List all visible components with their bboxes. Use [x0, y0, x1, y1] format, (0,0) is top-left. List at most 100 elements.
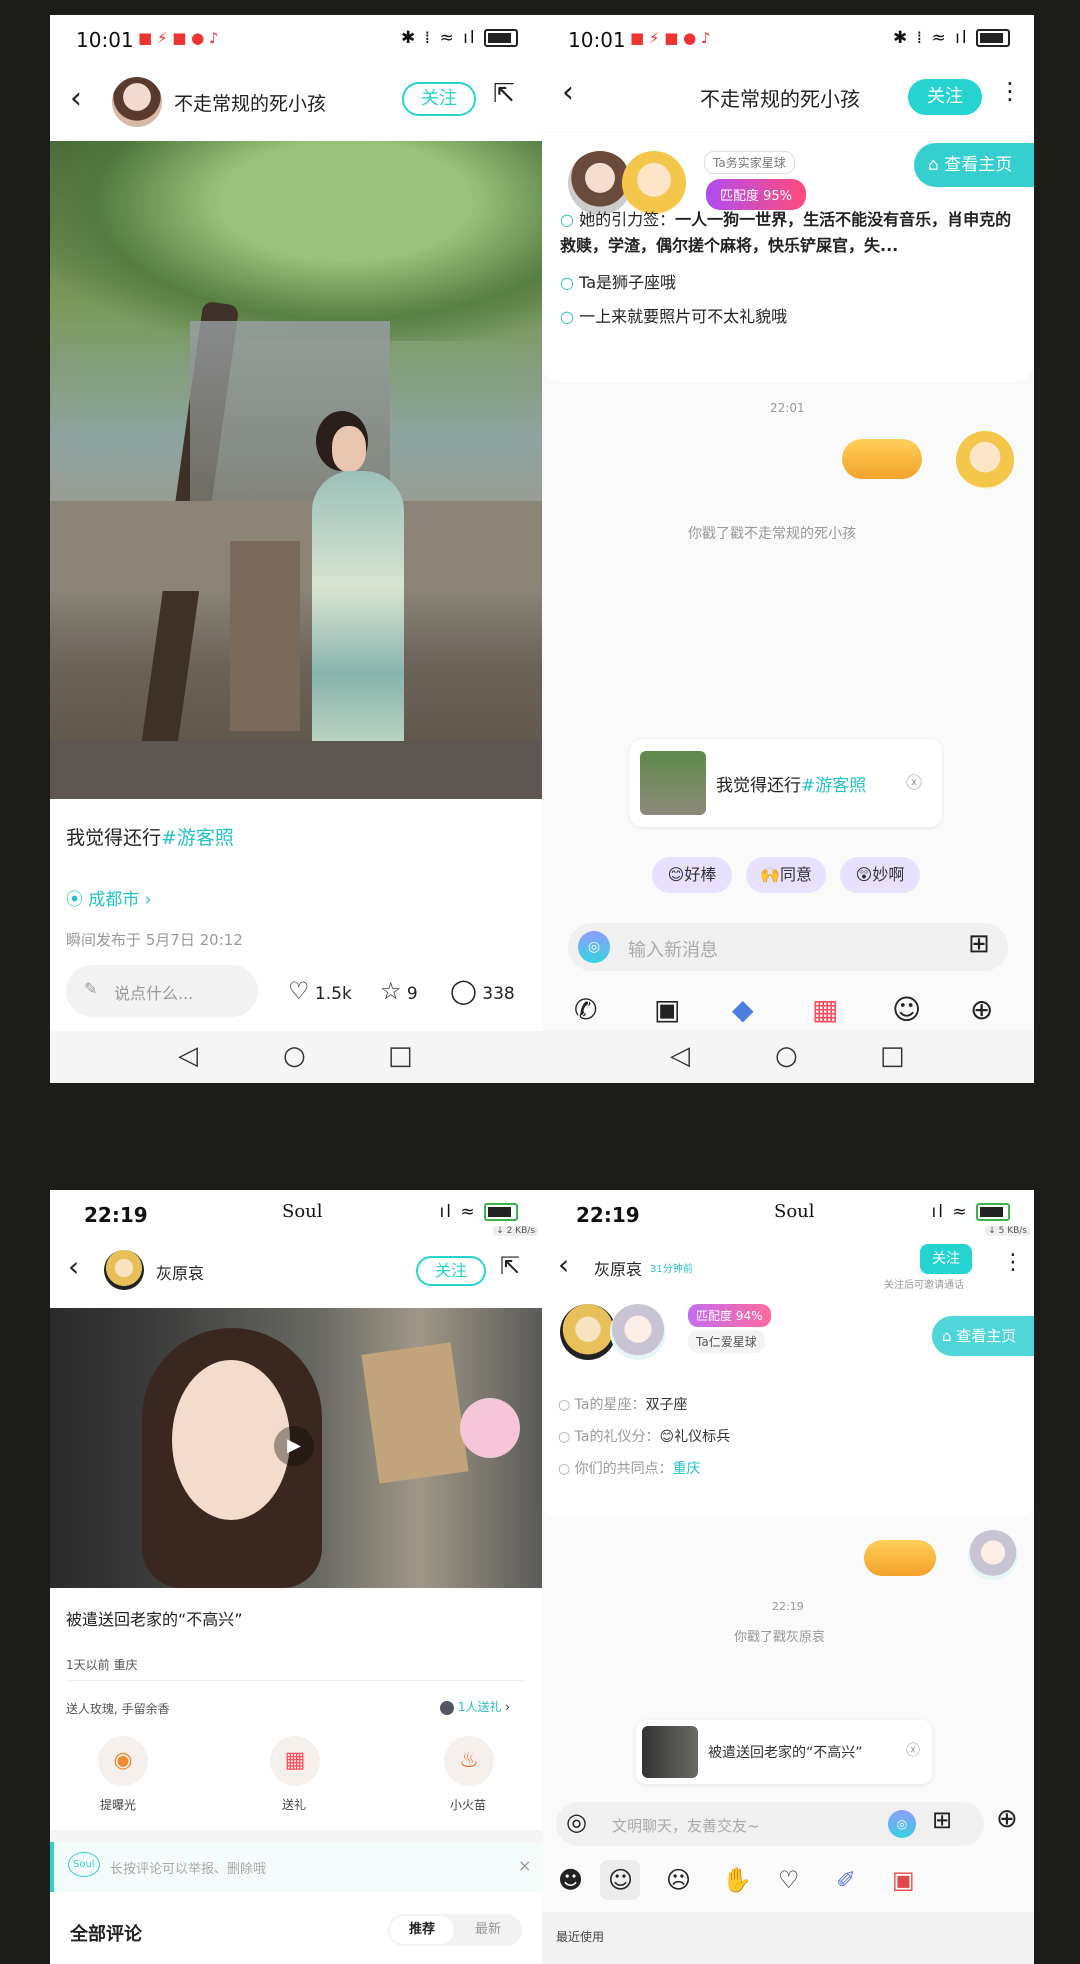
voice-icon[interactable]: ◎ — [566, 1808, 587, 1836]
notification-icons: ■ ⚡ ■ ● ♪ — [138, 29, 219, 47]
match-badge: 匹配度 94% — [688, 1304, 771, 1327]
quoted-post-thumbnail — [642, 1726, 698, 1778]
online-status: 31分钟前 — [650, 1264, 693, 1275]
report-hint: 长按评论可以举报、删除哦 — [110, 1862, 267, 1877]
status-bar: 22:19 Soul ıl ≈ ↓ 2 KB/s — [50, 1190, 542, 1240]
quoted-post-thumbnail — [640, 751, 706, 815]
boost-icon[interactable]: ◉ — [98, 1736, 148, 1786]
sticker-icon[interactable]: ☹ — [666, 1866, 691, 1894]
status-time: 10:01 — [76, 28, 134, 52]
post-video[interactable]: ▶ — [50, 1308, 542, 1588]
back-icon[interactable]: ‹ — [68, 1250, 79, 1283]
quoted-post-text: 我觉得还行#游客照 — [716, 776, 867, 796]
user-avatar[interactable] — [112, 77, 162, 127]
like-button[interactable]: ♡ 1.5k — [288, 977, 352, 1005]
common-line: ○ 你们的共同点：重庆 — [558, 1461, 701, 1477]
close-icon[interactable]: × — [518, 1856, 531, 1875]
username[interactable]: 不走常规的死小孩 — [174, 89, 326, 116]
location-link[interactable]: ⦿ 成都市 › — [66, 885, 152, 910]
nav-back-icon[interactable]: ◁ — [670, 1041, 690, 1071]
emoji-icon[interactable]: ☺ — [892, 993, 921, 1026]
image-icon[interactable]: ▣ — [654, 993, 680, 1026]
view-home-button[interactable]: ⌂ 查看主页 — [914, 143, 1034, 187]
back-icon[interactable]: ‹ — [70, 81, 82, 116]
back-icon[interactable]: ‹ — [558, 1248, 569, 1281]
more-icon[interactable]: ⋮ — [1002, 1250, 1024, 1275]
android-navbar: ◁ ○ □ — [50, 1031, 542, 1083]
heart-icon[interactable]: ♡ — [778, 1866, 800, 1894]
post-screen-1: 10:01 ■ ⚡ ■ ● ♪ ✱ ⁞ ≈ ıl ‹ 不走常规的死小孩 关注 ⇱… — [50, 15, 542, 1083]
ai-icon[interactable]: ◎ — [888, 1810, 916, 1838]
more-icon[interactable]: ⋮ — [998, 77, 1022, 105]
back-icon[interactable]: ‹ — [562, 75, 574, 110]
their-avatar[interactable] — [560, 1304, 616, 1360]
game-icon[interactable]: ▣ — [892, 1866, 915, 1894]
input-placeholder: 输入新消息 — [628, 940, 718, 961]
quoted-post-card[interactable]: 被遣送回老家的“不高兴” ⓧ — [636, 1720, 932, 1784]
android-navbar: ◁ ○ □ — [542, 1031, 1034, 1083]
ai-icon[interactable]: ◎ — [578, 931, 610, 963]
user-avatar[interactable] — [104, 1250, 144, 1290]
star-button[interactable]: ☆ 9 — [380, 977, 418, 1005]
follow-button[interactable]: 关注 — [416, 1256, 486, 1286]
battery-icon — [976, 1203, 1010, 1221]
reaction-wow[interactable]: 😲妙啊 — [840, 857, 920, 893]
chat-header: ‹ 灰原哀 31分钟前 关注 关注后可邀请通话 ⋮ — [542, 1240, 1034, 1296]
mascot-icon[interactable]: ☻ — [558, 1866, 583, 1894]
share-icon[interactable]: ⇱ — [493, 79, 515, 109]
status-bar: 22:19 Soul ıl ≈ ↓ 5 KB/s — [542, 1190, 1034, 1240]
follow-button[interactable]: 关注 — [920, 1244, 972, 1274]
message-input[interactable]: ◎ 输入新消息 ⊞ — [568, 923, 1008, 971]
reaction-good[interactable]: 😊好棒 — [652, 857, 732, 893]
view-home-button[interactable]: ⌂ 查看主页 — [932, 1316, 1034, 1356]
gift-hint: 送人玫瑰, 手留余香 — [66, 1702, 170, 1716]
play-icon[interactable]: ▶ — [274, 1426, 314, 1466]
stone-pillar — [230, 541, 300, 731]
reaction-agree[interactable]: 🙌同意 — [746, 857, 826, 893]
follow-button[interactable]: 关注 — [402, 82, 476, 116]
soul-box-icon[interactable]: ◆ — [732, 993, 754, 1026]
caption-hashtag[interactable]: #游客照 — [161, 827, 234, 849]
close-icon[interactable]: ⓧ — [906, 769, 922, 793]
emoji-icon[interactable]: ☺ — [608, 1866, 633, 1894]
system-icons: ıl ≈ — [440, 1202, 518, 1222]
post-photo[interactable] — [50, 141, 542, 799]
nav-home-icon[interactable]: ○ — [775, 1041, 798, 1071]
nav-recents-icon[interactable]: □ — [880, 1041, 905, 1071]
header: ‹ 灰原哀 关注 ⇱ — [50, 1240, 542, 1300]
location-text: 成都市 — [88, 890, 140, 910]
battery-icon — [484, 29, 518, 47]
cat-icon[interactable]: ✋ — [722, 1866, 752, 1894]
net-speed: ↓ 5 KB/s — [985, 1226, 1030, 1236]
username[interactable]: 灰原哀 — [156, 1260, 204, 1284]
gift-icon[interactable]: ▦ — [812, 993, 838, 1026]
brush-icon[interactable]: ✐ — [836, 1866, 856, 1894]
keyboard-icon[interactable]: ⊞ — [968, 929, 990, 959]
share-icon[interactable]: ⇱ — [500, 1252, 520, 1280]
nav-home-icon[interactable]: ○ — [283, 1041, 306, 1071]
poke-system-text: 你戳了戳灰原哀 — [734, 1630, 826, 1645]
carrier-label: Soul — [282, 1201, 323, 1222]
close-icon[interactable]: ⓧ — [906, 1740, 920, 1760]
flame-icon[interactable]: ♨ — [444, 1736, 494, 1786]
add-icon[interactable]: ⊕ — [970, 993, 993, 1026]
keyboard-icon[interactable]: ⊞ — [932, 1806, 952, 1834]
gift-count-link[interactable]: 1人送礼 › — [440, 1698, 510, 1715]
planet-tag: Ta仁爱星球 — [688, 1330, 765, 1353]
bullet-icon: ○ — [558, 1429, 571, 1445]
sort-latest[interactable]: 最新 — [458, 1916, 518, 1944]
comment-button[interactable]: ◯ 338 — [450, 977, 515, 1005]
quoted-post-card[interactable]: 我觉得还行#游客照 ⓧ — [630, 739, 942, 827]
gift-icon[interactable]: ▦ — [270, 1736, 320, 1786]
nav-recents-icon[interactable]: □ — [388, 1041, 413, 1071]
flame-label: 小火苗 — [450, 1798, 487, 1812]
sort-recommend[interactable]: 推荐 — [390, 1916, 454, 1944]
follow-button[interactable]: 关注 — [908, 79, 982, 115]
star-count: 9 — [406, 984, 418, 1004]
message-input[interactable]: ◎ 文明聊天，友善交友~ ◎ ⊞ — [556, 1802, 984, 1846]
phone-icon[interactable]: ✆ — [574, 993, 597, 1026]
add-icon[interactable]: ⊕ — [996, 1804, 1018, 1834]
nav-back-icon[interactable]: ◁ — [178, 1041, 198, 1071]
comment-input[interactable]: ✎ 说点什么... — [66, 965, 258, 1017]
status-bar: 10:01 ■ ⚡ ■ ● ♪ ✱ ⁞ ≈ ıl — [542, 15, 1034, 65]
